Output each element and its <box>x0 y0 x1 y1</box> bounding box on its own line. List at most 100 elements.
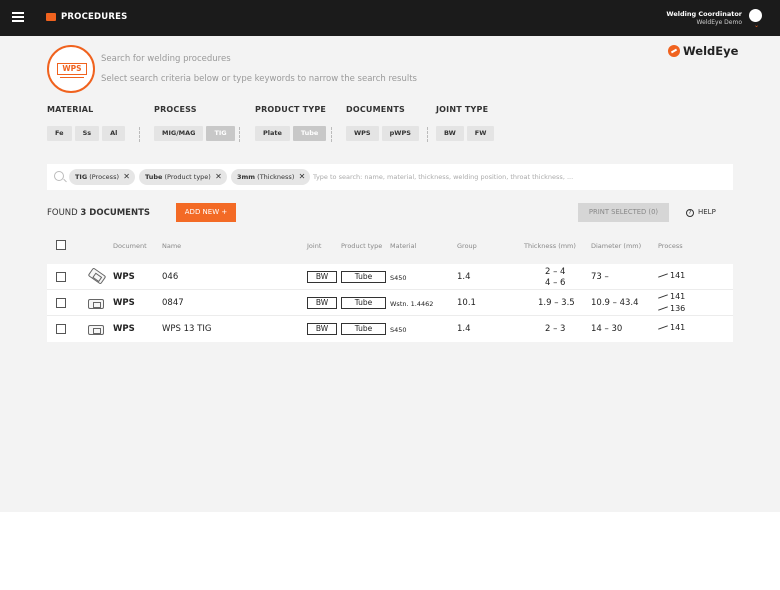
user-org[interactable]: WeldEye Demo <box>696 19 742 26</box>
welding-torch-icon <box>658 294 668 299</box>
table-row[interactable]: WPS 046 BW Tube S450 1.4 2 – 4 4 – 6 73 … <box>47 264 733 290</box>
filter-divider <box>331 127 332 142</box>
cell-process: 141 <box>658 323 685 332</box>
search-title: Search for welding procedures <box>101 54 231 64</box>
tag-value: 3mm <box>237 173 256 181</box>
search-subtitle: Select search criteria below or type key… <box>101 74 417 84</box>
user-role[interactable]: Welding Coordinator <box>666 10 742 18</box>
tag-value: TIG <box>75 173 88 181</box>
wps-badge: WPS <box>57 63 87 78</box>
cell-name: 0847 <box>162 298 184 308</box>
cell-joint: BW <box>307 323 337 335</box>
help-label: HELP <box>698 208 716 216</box>
filter-chip-tube[interactable]: Tube <box>292 126 327 141</box>
col-product-type[interactable]: Product type <box>341 242 382 250</box>
chevron-down-icon[interactable]: ⌄ <box>754 22 759 29</box>
search-tag-3mm[interactable]: 3mm (Thickness) ✕ <box>231 169 311 185</box>
filter-material: MATERIAL Fe Ss Al <box>47 105 126 141</box>
col-diameter[interactable]: Diameter (mm) <box>591 242 641 250</box>
filter-divider <box>139 127 140 142</box>
cell-diameter: 10.9 – 43.4 <box>591 298 639 308</box>
cell-group: 1.4 <box>457 272 471 282</box>
table-row[interactable]: WPS 0847 BW Tube Wstn. 1.4462 10.1 1.9 –… <box>47 290 733 316</box>
weldeye-logo: WeldEye <box>668 44 738 58</box>
row-checkbox[interactable] <box>56 324 66 334</box>
col-joint[interactable]: Joint <box>307 242 321 250</box>
filter-label-process: PROCESS <box>154 105 197 114</box>
col-material[interactable]: Material <box>390 242 416 250</box>
cell-material: S450 <box>390 326 407 334</box>
cell-thickness: 2 – 4 <box>545 267 566 277</box>
wps-icon: WPS <box>47 45 95 93</box>
print-selected-button[interactable]: PRINT SELECTED (0) <box>578 203 669 222</box>
search-input[interactable]: Type to search: name, material, thicknes… <box>313 173 573 181</box>
remove-tag-icon[interactable]: ✕ <box>299 169 306 185</box>
tag-category: (Product type) <box>164 173 211 181</box>
filter-chip-fw[interactable]: FW <box>466 126 495 141</box>
welding-torch-icon <box>658 325 668 330</box>
found-count: FOUND 3 DOCUMENTS <box>47 208 150 218</box>
help-icon: ? <box>686 209 694 217</box>
col-group[interactable]: Group <box>457 242 477 250</box>
cell-diameter: 73 – <box>591 272 609 282</box>
filter-chip-bw[interactable]: BW <box>436 126 464 141</box>
col-process[interactable]: Process <box>658 242 683 250</box>
table-row[interactable]: WPS WPS 13 TIG BW Tube S450 1.4 2 – 3 14… <box>47 316 733 342</box>
filter-chip-wps[interactable]: WPS <box>346 126 379 141</box>
filter-chip-mig-mag[interactable]: MIG/MAG <box>154 126 204 141</box>
main-content: WPS Search for welding procedures Select… <box>0 36 780 512</box>
filter-chip-pwps[interactable]: pWPS <box>381 126 419 141</box>
cell-document: WPS <box>113 272 135 282</box>
procedures-app-icon <box>46 13 56 21</box>
filter-bar: MATERIAL Fe Ss Al PROCESS MIG/MAG TIG PR… <box>47 105 547 145</box>
tag-category: (Process) <box>89 173 119 181</box>
cell-material: Wstn. 1.4462 <box>390 300 434 308</box>
process-value: 136 <box>670 304 686 313</box>
filter-label-documents: DOCUMENTS <box>346 105 405 114</box>
filter-label-material: MATERIAL <box>47 105 94 114</box>
filter-chip-plate[interactable]: Plate <box>255 126 290 141</box>
help-button[interactable]: ? HELP <box>686 208 716 217</box>
search-tag-tig[interactable]: TIG (Process) ✕ <box>69 169 135 185</box>
cell-material: S450 <box>390 274 407 282</box>
filter-joint-type: JOINT TYPE BW FW <box>436 105 495 141</box>
select-all-checkbox[interactable] <box>56 240 66 250</box>
top-bar: PROCEDURES Welding Coordinator WeldEye D… <box>0 0 780 36</box>
found-prefix: FOUND <box>47 208 78 218</box>
remove-tag-icon[interactable]: ✕ <box>123 169 130 185</box>
cell-thickness: 1.9 – 3.5 <box>538 298 575 308</box>
col-document[interactable]: Document <box>113 242 147 250</box>
logo-text: WeldEye <box>683 44 739 58</box>
search-tag-tube[interactable]: Tube (Product type) ✕ <box>139 169 227 185</box>
filter-chip-fe[interactable]: Fe <box>47 126 72 141</box>
filter-chip-tig[interactable]: TIG <box>206 126 235 141</box>
weldeye-logo-icon <box>668 45 680 57</box>
table-header: Document Name Joint Product type Materia… <box>47 237 733 255</box>
cell-product-type: Tube <box>341 297 386 309</box>
filter-divider <box>239 127 240 142</box>
filter-documents: DOCUMENTS WPS pWPS <box>346 105 419 141</box>
row-checkbox[interactable] <box>56 272 66 282</box>
search-icon <box>54 171 64 181</box>
filter-chip-al[interactable]: Al <box>102 126 126 141</box>
menu-icon[interactable] <box>12 12 24 23</box>
search-bar[interactable]: TIG (Process) ✕ Tube (Product type) ✕ 3m… <box>47 164 733 190</box>
found-number: 3 DOCUMENTS <box>80 208 151 218</box>
col-name[interactable]: Name <box>162 242 181 250</box>
user-avatar-icon[interactable] <box>749 9 762 22</box>
row-checkbox[interactable] <box>56 298 66 308</box>
remove-tag-icon[interactable]: ✕ <box>215 169 222 185</box>
cell-thickness: 2 – 3 <box>545 324 566 334</box>
cell-group: 1.4 <box>457 324 471 334</box>
filter-chip-ss[interactable]: Ss <box>74 126 100 141</box>
add-new-button[interactable]: ADD NEW + <box>176 203 236 222</box>
tag-value: Tube <box>145 173 163 181</box>
cell-product-type: Tube <box>341 323 386 335</box>
welding-torch-icon <box>658 306 668 311</box>
process-value: 141 <box>670 271 686 280</box>
welding-torch-icon <box>658 273 668 278</box>
cell-name: WPS 13 TIG <box>162 324 212 334</box>
cell-product-type: Tube <box>341 271 386 283</box>
cell-group: 10.1 <box>457 298 476 308</box>
col-thickness[interactable]: Thickness (mm) <box>524 242 576 250</box>
